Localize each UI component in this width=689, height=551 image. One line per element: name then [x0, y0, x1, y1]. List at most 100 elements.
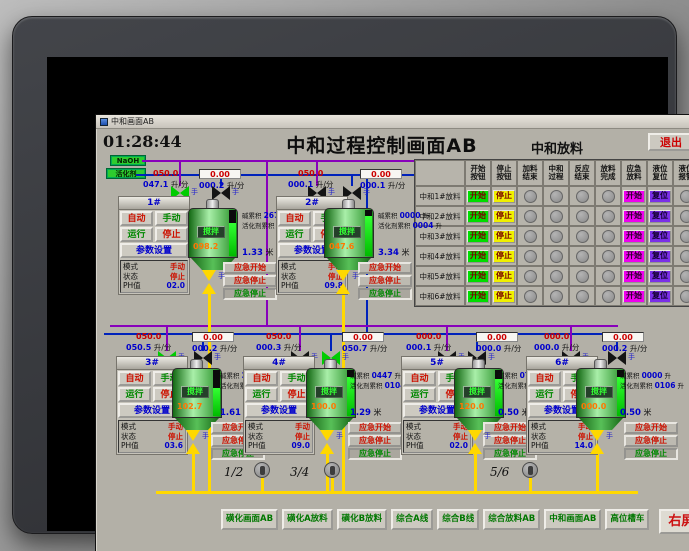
emergency-stopped-indicator: 应急停止: [358, 288, 412, 300]
flow-display-box: 0.00: [342, 332, 384, 342]
window-titlebar[interactable]: 中和画面AB: [96, 115, 689, 129]
level-reset-button[interactable]: 复位: [649, 289, 671, 303]
agitator-button[interactable]: 搅拌: [333, 226, 361, 238]
emergency-stopped-indicator: 应急停止: [624, 448, 678, 460]
discharge-valve-icon[interactable]: 手: [186, 430, 209, 454]
run-button[interactable]: 运行: [528, 387, 561, 402]
run-button[interactable]: 运行: [278, 227, 311, 242]
tablet-bezel: 中和画面AB 01:28:44 中和过程控制画面AB 中和放料 退出 NaOH …: [12, 16, 689, 551]
nav-screen-button[interactable]: 综合放料AB: [483, 509, 541, 530]
table-cell: 复位: [647, 266, 673, 286]
discharge-valve-icon[interactable]: 手: [320, 430, 343, 454]
exit-button[interactable]: 退出: [648, 133, 689, 151]
nav-screen-button[interactable]: 磺化B放料: [336, 509, 388, 530]
flow-display-box: 0.00: [199, 169, 241, 179]
auto-button[interactable]: 自动: [120, 211, 153, 226]
emergency-discharge-button[interactable]: 开始: [623, 229, 645, 243]
discharge-valve-icon[interactable]: 手: [468, 430, 491, 454]
inlet-flow-readout: 000.0 000.1 升/分: [406, 332, 451, 353]
tank-value: 100.0: [311, 402, 337, 411]
table-cell: [543, 206, 569, 226]
table-cell: 停止: [491, 226, 517, 246]
params-button[interactable]: 参数设置: [120, 243, 188, 258]
start-button[interactable]: 开始: [467, 269, 489, 283]
start-button[interactable]: 开始: [467, 189, 489, 203]
discharge-valve-icon[interactable]: 手: [336, 270, 359, 294]
emergency-discharge-button[interactable]: 开始: [623, 269, 645, 283]
auto-button[interactable]: 自动: [403, 371, 436, 386]
flow-display-box: 0.00: [602, 332, 644, 342]
nav-screen-button[interactable]: 磺化A放料: [282, 509, 333, 530]
run-button[interactable]: 运行: [403, 387, 436, 402]
start-button[interactable]: 开始: [467, 209, 489, 223]
nav-screen-button[interactable]: 中和画面AB: [544, 509, 602, 530]
emergency-stop-button[interactable]: 应急停止: [223, 275, 277, 287]
flow-unit: 升/分: [219, 344, 238, 353]
manual-mark: 手: [218, 272, 225, 280]
stop-button[interactable]: 停止: [493, 209, 515, 223]
emergency-stop-button[interactable]: 应急停止: [348, 435, 402, 447]
emergency-stop-button[interactable]: 应急停止: [624, 435, 678, 447]
emergency-discharge-button[interactable]: 开始: [623, 209, 645, 223]
agitator-button[interactable]: 搅拌: [585, 386, 613, 398]
start-button[interactable]: 开始: [467, 289, 489, 303]
right-screen-button[interactable]: 右屏: [659, 509, 689, 534]
table-cell: [543, 186, 569, 206]
discharge-valve-icon[interactable]: 手: [590, 430, 613, 454]
pump-icon[interactable]: [522, 462, 538, 478]
stop-button[interactable]: 停止: [493, 249, 515, 263]
agitator-button[interactable]: 搅拌: [315, 386, 343, 398]
nav-screen-button[interactable]: 综合B线: [437, 509, 480, 530]
emergency-discharge-button[interactable]: 开始: [623, 289, 645, 303]
run-button[interactable]: 运行: [118, 387, 151, 402]
emergency-discharge-button[interactable]: 开始: [623, 249, 645, 263]
auto-button[interactable]: 自动: [118, 371, 151, 386]
level-reset-button[interactable]: 复位: [649, 189, 671, 203]
pump-icon[interactable]: [324, 462, 340, 478]
emergency-start-button[interactable]: 应急开始: [624, 422, 678, 434]
level-alarm-lamp: [679, 289, 689, 303]
nav-screen-button[interactable]: 磺化画面AB: [221, 509, 279, 530]
auto-button[interactable]: 自动: [245, 371, 278, 386]
run-button[interactable]: 运行: [245, 387, 278, 402]
emergency-start-button[interactable]: 应急开始: [358, 262, 412, 274]
totals-block: 碱累积 0000 升 活化剂累积 0106 升 0.50 米: [620, 371, 689, 418]
stop-button[interactable]: 停止: [493, 269, 515, 283]
inlet-valve-icon[interactable]: 手: [212, 186, 239, 200]
start-button[interactable]: 开始: [467, 249, 489, 263]
stop-button[interactable]: 停止: [493, 289, 515, 303]
inlet-valve-icon[interactable]: 手: [608, 351, 635, 365]
pump-icon[interactable]: [254, 462, 270, 478]
ph-value: 02.0: [449, 441, 468, 450]
run-button[interactable]: 运行: [120, 227, 153, 242]
auto-button[interactable]: 自动: [278, 211, 311, 226]
activator-flow-readout: 0.00 050.7 升/分: [342, 332, 387, 354]
mode-label: 模式: [121, 422, 136, 431]
agitator-button[interactable]: 搅拌: [197, 226, 225, 238]
level-reset-button[interactable]: 复位: [649, 209, 671, 223]
level-reset-button[interactable]: 复位: [649, 249, 671, 263]
table-cell: [517, 226, 543, 246]
stop-button[interactable]: 停止: [493, 229, 515, 243]
level-reset-button[interactable]: 复位: [649, 269, 671, 283]
start-button[interactable]: 开始: [467, 229, 489, 243]
tank-vessel: 搅拌 102.7: [172, 359, 222, 430]
discharge-valve-icon[interactable]: 手: [202, 270, 225, 294]
table-cell: 开始: [465, 246, 491, 266]
stop-button[interactable]: 停止: [493, 189, 515, 203]
emergency-start-button[interactable]: 应急开始: [348, 422, 402, 434]
emergency-stop-button[interactable]: 应急停止: [358, 275, 412, 287]
agitator-button[interactable]: 搅拌: [463, 386, 491, 398]
agitator-button[interactable]: 搅拌: [181, 386, 209, 398]
emergency-discharge-button[interactable]: 开始: [623, 189, 645, 203]
table-cell: [569, 246, 595, 266]
emergency-start-button[interactable]: 应急开始: [223, 262, 277, 274]
nav-screen-button[interactable]: 高位槽车: [605, 509, 650, 530]
nav-screen-button[interactable]: 综合A线: [391, 509, 434, 530]
activator-total-label: 活化剂累积: [242, 222, 275, 230]
manual-button[interactable]: 手动: [155, 211, 188, 226]
auto-button[interactable]: 自动: [528, 371, 561, 386]
stop-button[interactable]: 停止: [155, 227, 188, 242]
level-reset-button[interactable]: 复位: [649, 229, 671, 243]
params-button[interactable]: 参数设置: [245, 403, 313, 418]
